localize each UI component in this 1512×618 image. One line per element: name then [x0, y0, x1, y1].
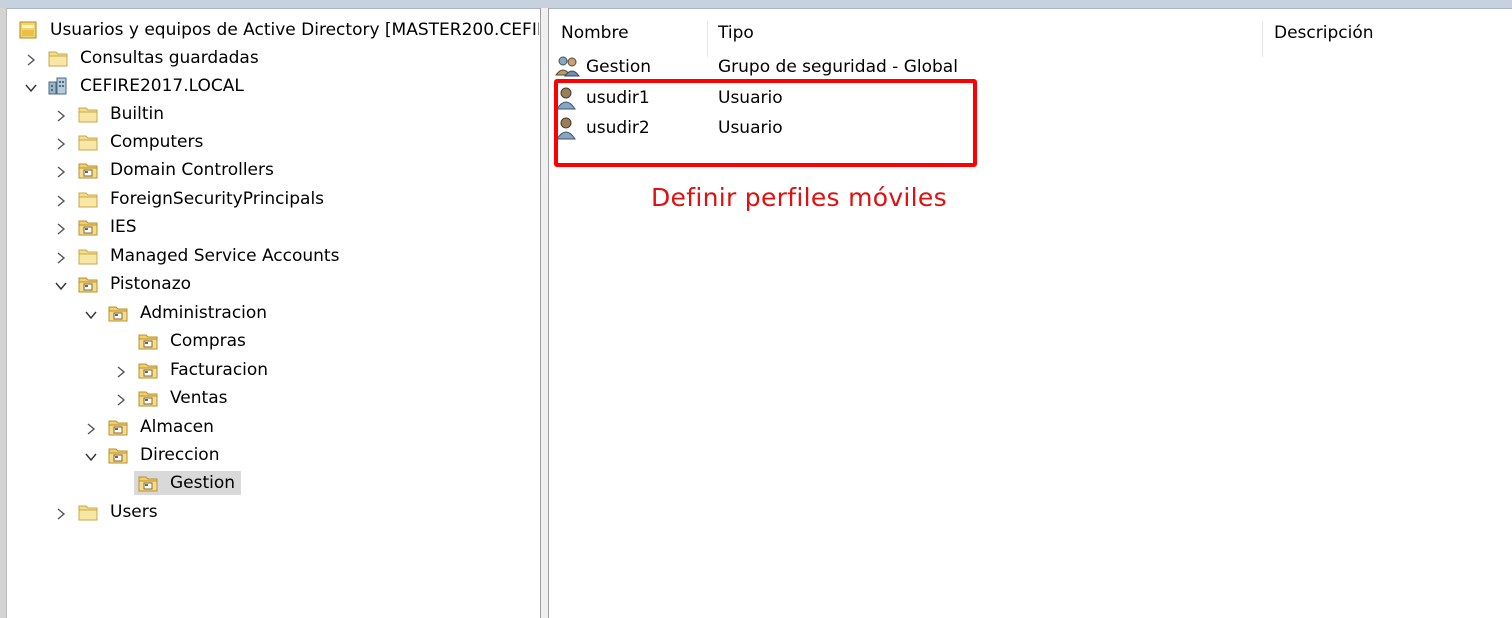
chevron-down-icon[interactable]	[53, 278, 69, 294]
folder-icon	[77, 103, 99, 125]
annotation-highlight-box	[554, 79, 977, 167]
ou-icon	[137, 359, 159, 381]
list-row-gestion[interactable]: Gestion Grupo de seguridad - Global	[555, 53, 1155, 81]
chevron-right-icon[interactable]	[83, 421, 99, 437]
ou-icon	[107, 416, 129, 438]
chevron-right-icon[interactable]	[113, 364, 129, 380]
chevron-right-icon[interactable]	[53, 193, 69, 209]
chevron-down-icon[interactable]	[83, 449, 99, 465]
group-icon	[555, 55, 580, 79]
annotation-text: Definir perfiles móviles	[651, 183, 947, 212]
domain-icon	[47, 75, 69, 97]
selected-node-label: Gestion	[162, 471, 242, 495]
folder-icon	[77, 501, 99, 523]
column-header-tipo[interactable]: Tipo	[718, 19, 754, 47]
ou-icon	[77, 216, 99, 238]
ou-icon	[137, 330, 159, 352]
chevron-right-icon[interactable]	[53, 164, 69, 180]
column-header-descripcion[interactable]: Descripción	[1274, 19, 1374, 47]
aduc-console-icon	[17, 19, 39, 41]
chevron-right-icon[interactable]	[53, 221, 69, 237]
ou-icon	[134, 471, 162, 495]
column-divider[interactable]	[1262, 21, 1263, 57]
ou-icon	[137, 387, 159, 409]
chevron-right-icon[interactable]	[113, 392, 129, 408]
chevron-right-icon[interactable]	[53, 506, 69, 522]
chevron-right-icon[interactable]	[53, 136, 69, 152]
folder-icon	[77, 188, 99, 210]
navigation-tree[interactable]: Usuarios y equipos de Active Directory […	[7, 9, 539, 618]
folder-icon	[77, 131, 99, 153]
tree-root-label: Usuarios y equipos de Active Directory […	[50, 20, 539, 40]
window-left-border	[0, 8, 7, 618]
window-top-border	[0, 0, 1512, 9]
chevron-right-icon[interactable]	[53, 108, 69, 124]
pane-splitter[interactable]	[540, 8, 549, 618]
folder-icon	[77, 245, 99, 267]
chevron-down-icon[interactable]	[23, 80, 39, 96]
ou-icon	[107, 444, 129, 466]
ou-icon	[77, 159, 99, 181]
chevron-down-icon[interactable]	[83, 307, 99, 323]
column-divider[interactable]	[707, 21, 708, 57]
chevron-right-icon[interactable]	[53, 250, 69, 266]
ou-icon	[77, 273, 99, 295]
folder-icon	[47, 47, 69, 69]
chevron-right-icon[interactable]	[23, 52, 39, 68]
ou-icon	[107, 302, 129, 324]
column-header-nombre[interactable]: Nombre	[561, 19, 629, 47]
